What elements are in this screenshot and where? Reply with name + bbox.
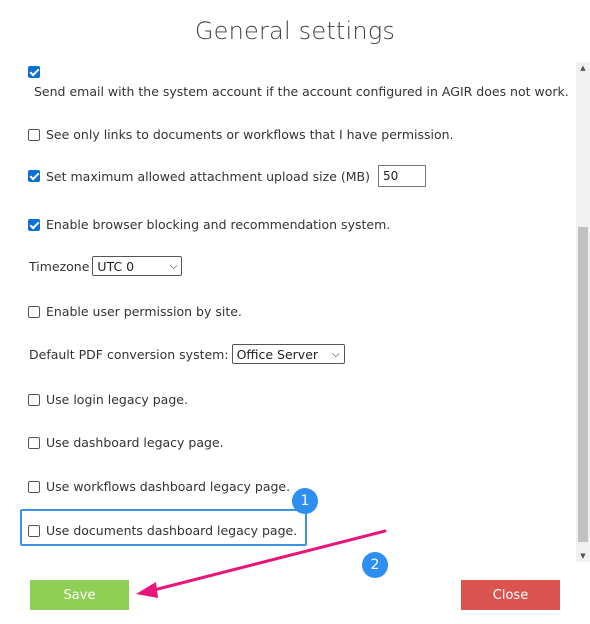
close-button[interactable]: Close	[461, 580, 560, 610]
save-button[interactable]: Save	[30, 580, 129, 610]
pointer-arrow-icon	[136, 529, 387, 598]
